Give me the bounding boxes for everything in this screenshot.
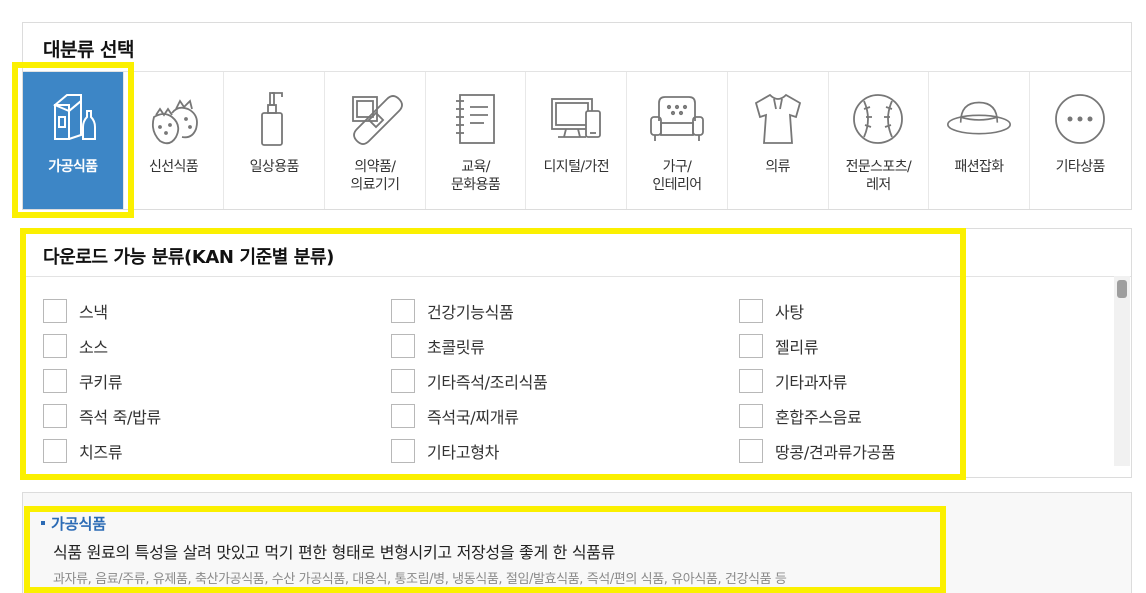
- scrollbar-thumb[interactable]: [1117, 280, 1127, 298]
- category-education[interactable]: 교육/ 문화용품: [426, 72, 527, 209]
- subcategory-item[interactable]: 기타과자류: [739, 363, 1079, 398]
- subcategory-label: 치즈류: [79, 442, 123, 462]
- bandage-icon: [342, 86, 408, 152]
- subcategory-label: 젤리류: [775, 337, 819, 357]
- category-label: 신선식품: [148, 159, 199, 175]
- subcategory-label: 즉석국/찌개류: [427, 407, 519, 427]
- category-label: 기타상품: [1055, 159, 1106, 175]
- checkbox[interactable]: [43, 403, 67, 428]
- divider: [23, 276, 1131, 277]
- hat-icon: [946, 86, 1012, 152]
- scrollbar[interactable]: [1114, 276, 1130, 466]
- subcategory-item[interactable]: 건강기능식품: [391, 293, 739, 328]
- monitor-phone-icon: [543, 86, 609, 152]
- subcategory-item[interactable]: 즉석국/찌개류: [391, 398, 739, 433]
- more-dots-icon: [1047, 86, 1113, 152]
- category-label: 가공식품: [48, 159, 98, 175]
- strawberry-icon: [141, 86, 207, 152]
- category-panel: 대분류 선택 가공식품 신선식품 일상용품 의약품/ 의료기기 교육/ 문화용품…: [22, 22, 1132, 210]
- subcategory-title: 다운로드 가능 분류(KAN 기준별 분류): [43, 247, 334, 268]
- checkbox[interactable]: [739, 438, 763, 463]
- pump-bottle-icon: [241, 86, 307, 152]
- subcategory-label: 땅콩/견과류가공품: [775, 442, 896, 462]
- subcategory-list: 스낵 건강기능식품 사탕 소스 초콜릿류 젤리류 쿠키류 기타즉석/조리식품 기…: [43, 293, 1103, 468]
- subcategory-label: 건강기능식품: [427, 302, 514, 322]
- checkbox[interactable]: [43, 438, 67, 463]
- category-label: 가구/ 인테리어: [652, 159, 702, 193]
- checkbox[interactable]: [43, 298, 67, 323]
- subcategory-item[interactable]: 쿠키류: [43, 363, 391, 398]
- category-label: 의류: [765, 159, 790, 175]
- subcategory-item[interactable]: 스낵: [43, 293, 391, 328]
- checkbox[interactable]: [739, 368, 763, 393]
- category-others[interactable]: 기타상품: [1030, 72, 1131, 209]
- category-fresh-food[interactable]: 신선식품: [124, 72, 225, 209]
- checkbox[interactable]: [391, 333, 415, 358]
- subcategory-panel: 다운로드 가능 분류(KAN 기준별 분류) 스낵 건강기능식품 사탕 소스 초…: [22, 228, 1132, 478]
- bullet-icon: [41, 520, 45, 525]
- subcategory-item[interactable]: 즉석 죽/밥류: [43, 398, 391, 433]
- checkbox[interactable]: [391, 298, 415, 323]
- description-heading-text: 가공식품: [51, 515, 107, 533]
- checkbox[interactable]: [739, 298, 763, 323]
- checkbox[interactable]: [43, 368, 67, 393]
- category-sports[interactable]: 전문스포츠/ 레저: [829, 72, 930, 209]
- subcategory-item[interactable]: 땅콩/견과류가공품: [739, 433, 1079, 468]
- subcategory-item[interactable]: 사탕: [739, 293, 1079, 328]
- sofa-icon: [644, 86, 710, 152]
- category-clothing[interactable]: 의류: [728, 72, 829, 209]
- category-description-panel: 가공식품 식품 원료의 특성을 살려 맛있고 먹기 편한 형태로 변형시키고 저…: [22, 492, 1132, 593]
- subcategory-label: 혼합주스음료: [775, 407, 862, 427]
- processed-food-icon: [40, 86, 106, 152]
- category-fashion-goods[interactable]: 패션잡화: [929, 72, 1030, 209]
- category-label: 의약품/ 의료기기: [350, 159, 400, 193]
- category-label: 일상용품: [249, 159, 300, 175]
- checkbox[interactable]: [739, 333, 763, 358]
- subcategory-label: 즉석 죽/밥류: [79, 407, 161, 427]
- subcategory-label: 초콜릿류: [427, 337, 485, 357]
- checkbox[interactable]: [391, 438, 415, 463]
- category-list: 가공식품 신선식품 일상용품 의약품/ 의료기기 교육/ 문화용품 디지털/가전…: [23, 71, 1131, 209]
- shirt-icon: [745, 86, 811, 152]
- checkbox[interactable]: [391, 403, 415, 428]
- category-daily-goods[interactable]: 일상용품: [224, 72, 326, 209]
- subcategory-item[interactable]: 초콜릿류: [391, 328, 739, 363]
- subcategory-label: 기타과자류: [775, 372, 848, 392]
- subcategory-label: 기타고형차: [427, 442, 500, 462]
- checkbox[interactable]: [391, 368, 415, 393]
- description-examples: 과자류, 음료/주류, 유제품, 축산가공식품, 수산 가공식품, 대용식, 통…: [53, 572, 787, 587]
- category-furniture[interactable]: 가구/ 인테리어: [627, 72, 728, 209]
- subcategory-label: 쿠키류: [79, 372, 123, 392]
- checkbox[interactable]: [43, 333, 67, 358]
- subcategory-item[interactable]: 소스: [43, 328, 391, 363]
- checkbox[interactable]: [739, 403, 763, 428]
- subcategory-item[interactable]: 혼합주스음료: [739, 398, 1079, 433]
- category-label: 패션잡화: [954, 159, 1004, 175]
- category-digital[interactable]: 디지털/가전: [526, 72, 628, 209]
- category-label: 디지털/가전: [543, 159, 610, 175]
- subcategory-item[interactable]: 기타고형차: [391, 433, 739, 468]
- description-text: 식품 원료의 특성을 살려 맛있고 먹기 편한 형태로 변형시키고 저장성을 좋…: [53, 543, 616, 562]
- subcategory-item[interactable]: 젤리류: [739, 328, 1079, 363]
- subcategory-item[interactable]: 기타즉석/조리식품: [391, 363, 739, 398]
- subcategory-item[interactable]: 치즈류: [43, 433, 391, 468]
- category-label: 교육/ 문화용품: [451, 159, 501, 193]
- subcategory-label: 기타즉석/조리식품: [427, 372, 548, 392]
- subcategory-label: 소스: [79, 337, 108, 357]
- category-processed-food[interactable]: 가공식품: [23, 72, 124, 209]
- description-heading: 가공식품: [41, 513, 106, 534]
- category-medical[interactable]: 의약품/ 의료기기: [325, 72, 426, 209]
- category-label: 전문스포츠/ 레저: [845, 159, 912, 193]
- category-title: 대분류 선택: [43, 39, 135, 61]
- subcategory-label: 스낵: [79, 302, 108, 322]
- subcategory-label: 사탕: [775, 302, 804, 322]
- notebook-icon: [443, 86, 509, 152]
- baseball-icon: [845, 86, 911, 152]
